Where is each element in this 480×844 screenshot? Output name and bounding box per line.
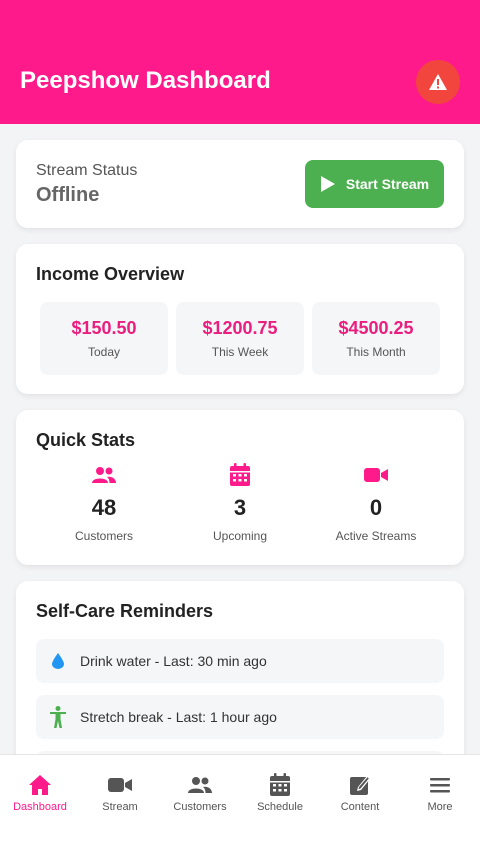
stat-value: 0: [369, 495, 383, 520]
stat-value: 48: [91, 495, 117, 520]
nav-item-stream[interactable]: Stream: [80, 773, 160, 844]
income-label: This Month: [346, 345, 406, 359]
stat-label: Active Streams: [335, 529, 417, 543]
stat-value: 3: [233, 495, 247, 520]
edit-icon: [350, 776, 370, 795]
self-care-title: Self-Care Reminders: [36, 601, 214, 621]
app-header: Peepshow Dashboard: [0, 0, 480, 124]
users-icon: [92, 467, 116, 483]
income-month: $4500.25 This Month: [312, 302, 440, 375]
income-today: $150.50 Today: [40, 302, 168, 375]
nav-item-schedule[interactable]: Schedule: [240, 773, 320, 844]
stat-label: Upcoming: [212, 529, 268, 543]
page-title: Peepshow Dashboard: [20, 67, 271, 94]
reminder-item[interactable]: Stretch break - Last: 1 hour ago: [36, 695, 444, 739]
warning-icon: [429, 74, 447, 90]
quick-stats-card: Quick Stats 48 Customers 3 Upcoming 0 Ac…: [16, 410, 464, 565]
income-value: $4500.25: [338, 318, 414, 338]
nav-item-customers[interactable]: Customers: [160, 773, 240, 844]
nav-item-more[interactable]: More: [400, 773, 480, 844]
nav-label: Dashboard: [13, 801, 67, 813]
income-overview-card: Income Overview $150.50 Today $1200.75 T…: [16, 244, 464, 394]
stat-upcoming: 3 Upcoming: [175, 463, 305, 543]
stream-status-label: Stream Status: [36, 161, 138, 179]
start-stream-label: Start Stream: [345, 176, 430, 192]
video-icon: [364, 468, 388, 482]
users-icon: [188, 777, 212, 793]
start-stream-button[interactable]: Start Stream: [305, 160, 444, 208]
play-icon: [320, 176, 335, 192]
nav-label: More: [427, 801, 453, 813]
stat-active-streams: 0 Active Streams: [311, 463, 441, 543]
home-icon: [29, 775, 51, 795]
stream-status-card: Stream Status Offline Start Stream: [16, 140, 464, 228]
income-value: $150.50: [71, 318, 137, 338]
income-value: $1200.75: [202, 318, 278, 338]
income-overview-title: Income Overview: [36, 264, 185, 284]
stat-customers: 48 Customers: [39, 463, 169, 543]
nav-item-dashboard[interactable]: Dashboard: [0, 773, 80, 844]
income-week: $1200.75 This Week: [176, 302, 304, 375]
water-drop-icon: [52, 653, 64, 669]
stretch-icon: [50, 706, 66, 728]
quick-stats-title: Quick Stats: [36, 430, 136, 450]
income-label: This Week: [211, 345, 269, 359]
nav-label: Content: [340, 801, 380, 813]
nav-label: Customers: [173, 801, 227, 813]
reminder-item[interactable]: Drink water - Last: 30 min ago: [36, 639, 444, 683]
income-label: Today: [87, 345, 121, 359]
reminder-text: Drink water - Last: 30 min ago: [80, 653, 267, 669]
stat-label: Customers: [74, 529, 133, 543]
nav-label: Stream: [102, 801, 138, 813]
bottom-nav: Dashboard Stream Customers Schedule Cont…: [0, 754, 480, 844]
video-icon: [108, 778, 132, 792]
calendar-icon: [230, 463, 250, 486]
menu-icon: [430, 778, 450, 793]
main-content: Stream Status Offline Start Stream Incom…: [0, 124, 480, 801]
calendar-icon: [270, 773, 290, 796]
alert-button[interactable]: [416, 60, 460, 104]
nav-item-content[interactable]: Content: [320, 773, 400, 844]
stream-status-value: Offline: [36, 183, 100, 206]
reminder-text: Stretch break - Last: 1 hour ago: [80, 709, 277, 725]
nav-label: Schedule: [257, 801, 303, 813]
